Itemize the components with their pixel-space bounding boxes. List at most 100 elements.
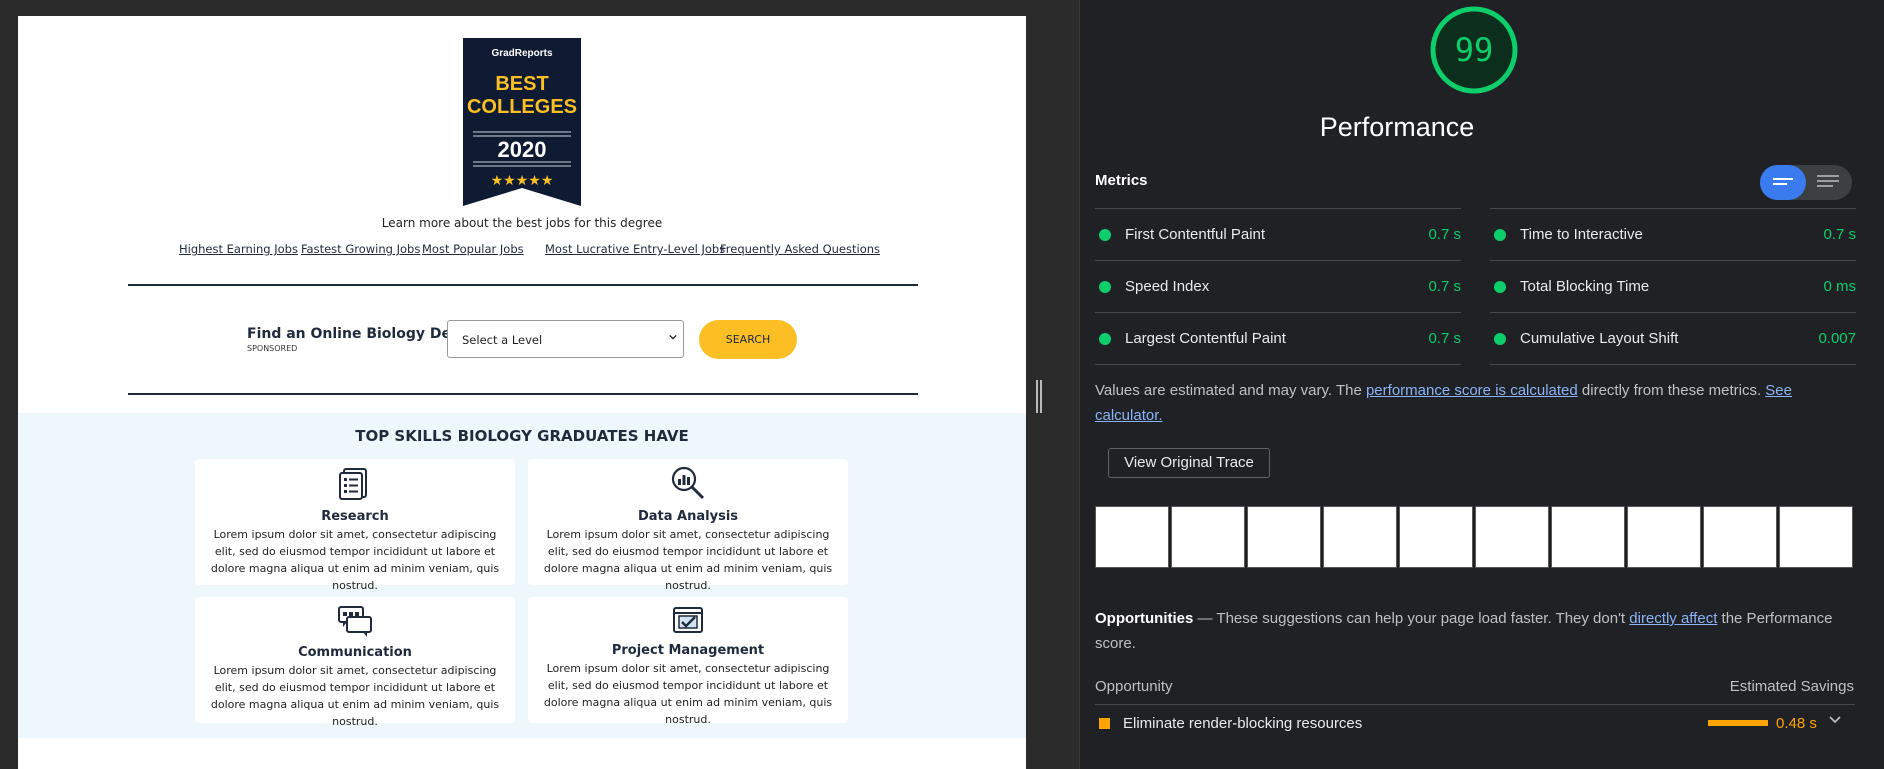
estimated-savings-column-header: Estimated Savings	[1729, 678, 1854, 695]
link-faq[interactable]: Frequently Asked Questions	[720, 242, 880, 256]
divider-bottom	[128, 393, 918, 395]
skill-description: Lorem ipsum dolor sit amet, consectetur …	[543, 662, 833, 726]
opportunities-dash: —	[1193, 610, 1217, 627]
metric-value: 0 ms	[1823, 278, 1856, 295]
page-preview: GradReports BEST COLLEGES 2020 ★★★★★ Lea…	[18, 16, 1026, 769]
score-calculated-link[interactable]: performance score is calculated	[1366, 382, 1578, 399]
filmstrip-frame	[1703, 506, 1777, 568]
metric-label: Cumulative Layout Shift	[1520, 330, 1679, 347]
opportunity-label: Eliminate render-blocking resources	[1123, 715, 1363, 732]
level-select[interactable]: Select a Level	[447, 320, 684, 358]
metric-value: 0.7 s	[1428, 226, 1461, 243]
filmstrip-frame	[1779, 506, 1853, 568]
filmstrip-frame	[1323, 506, 1397, 568]
pass-dot-icon	[1494, 281, 1506, 293]
metric-label: Speed Index	[1125, 278, 1210, 295]
metric-label: Total Blocking Time	[1520, 278, 1650, 295]
note-prefix: Values are estimated and may vary. The	[1095, 382, 1366, 399]
note-middle: directly from these metrics.	[1577, 382, 1766, 399]
opportunities-intro: Opportunities — These suggestions can he…	[1095, 606, 1855, 656]
badge-brand: GradReports	[491, 48, 553, 59]
badge-line2: COLLEGES	[467, 96, 577, 118]
metric-time-to-interactive: Time to Interactive 0.7 s	[1490, 208, 1856, 260]
metrics-note: Values are estimated and may vary. The p…	[1095, 378, 1855, 428]
metric-label: Time to Interactive	[1520, 226, 1643, 243]
metric-cumulative-layout-shift: Cumulative Layout Shift 0.007	[1490, 312, 1856, 364]
skill-title: Communication	[298, 645, 412, 660]
pass-dot-icon	[1099, 229, 1111, 241]
pass-dot-icon	[1494, 333, 1506, 345]
panel-resize-handle[interactable]	[1036, 380, 1042, 413]
magnifier-chart-icon	[671, 466, 705, 500]
view-original-trace-button[interactable]: View Original Trace	[1108, 448, 1270, 478]
opportunities-heading: Opportunities	[1095, 610, 1194, 627]
metrics-rule-left	[1095, 364, 1461, 365]
pass-dot-icon	[1099, 281, 1111, 293]
badge-line1: BEST	[495, 73, 548, 95]
toggle-compact-view[interactable]	[1760, 165, 1806, 200]
lines-short-icon	[1773, 178, 1793, 185]
skill-title: Data Analysis	[637, 509, 739, 524]
skill-card-communication: Communication Lorem ipsum dolor sit amet…	[195, 597, 515, 728]
skills-section: TOP SKILLS BIOLOGY GRADUATES HAVE Resear…	[18, 413, 1026, 738]
metric-first-contentful-paint: First Contentful Paint 0.7 s	[1095, 208, 1461, 260]
metric-value: 0.7 s	[1428, 330, 1461, 347]
checklist-window-icon	[673, 607, 703, 633]
search-button[interactable]: SEARCH	[699, 320, 797, 359]
metrics-view-toggle[interactable]	[1760, 165, 1852, 200]
metric-total-blocking-time: Total Blocking Time 0 ms	[1490, 260, 1856, 312]
category-title: Performance	[1319, 112, 1475, 142]
metrics-rule-right	[1490, 364, 1856, 365]
skills-title: TOP SKILLS BIOLOGY GRADUATES HAVE	[355, 427, 689, 445]
directly-affect-link[interactable]: directly affect	[1629, 610, 1717, 627]
pass-dot-icon	[1494, 229, 1506, 241]
metric-value: 0.7 s	[1428, 278, 1461, 295]
metric-value: 0.007	[1818, 330, 1856, 347]
opportunity-render-blocking[interactable]: Eliminate render-blocking resources 0.48…	[1095, 705, 1855, 745]
warning-square-icon	[1099, 718, 1110, 729]
lighthouse-panel: 99 Performance Metrics First Contentful …	[1080, 0, 1884, 769]
filmstrip-frame	[1627, 506, 1701, 568]
filmstrip-frame	[1247, 506, 1321, 568]
opportunities-prefix: These suggestions can help your page loa…	[1216, 610, 1630, 627]
savings-bar	[1708, 720, 1768, 726]
pass-dot-icon	[1099, 333, 1111, 345]
metric-speed-index: Speed Index 0.7 s	[1095, 260, 1461, 312]
metric-largest-contentful-paint: Largest Contentful Paint 0.7 s	[1095, 312, 1461, 364]
link-most-popular-jobs[interactable]: Most Popular Jobs	[422, 242, 524, 256]
savings-value: 0.48 s	[1776, 715, 1817, 732]
skill-title: Research	[321, 509, 389, 524]
skill-card-data-analysis: Data Analysis Lorem ipsum dolor sit amet…	[528, 459, 848, 592]
badge-year: 2020	[498, 137, 547, 162]
chevron-down-icon	[669, 334, 677, 340]
sponsored-label: SPONSORED	[247, 344, 298, 353]
link-fastest-growing-jobs[interactable]: Fastest Growing Jobs	[301, 242, 420, 256]
clipboard-list-icon	[339, 468, 367, 500]
filmstrip-frame	[1095, 506, 1169, 568]
skill-description: Lorem ipsum dolor sit amet, consectetur …	[210, 664, 500, 728]
chevron-down-icon[interactable]	[1828, 713, 1842, 727]
level-select-value: Select a Level	[462, 333, 543, 347]
metric-label: Largest Contentful Paint	[1125, 330, 1286, 347]
badge-stars: ★★★★★	[491, 173, 554, 189]
filmstrip-frame	[1475, 506, 1549, 568]
opportunity-column-header: Opportunity	[1095, 678, 1173, 695]
performance-score: 99	[1454, 31, 1494, 69]
metric-value: 0.7 s	[1823, 226, 1856, 243]
lines-full-icon[interactable]	[1806, 165, 1852, 200]
skill-description: Lorem ipsum dolor sit amet, consectetur …	[543, 528, 833, 592]
filmstrip-frame	[1551, 506, 1625, 568]
skill-description: Lorem ipsum dolor sit amet, consectetur …	[210, 528, 500, 592]
skill-title: Project Management	[611, 643, 765, 658]
filmstrip-frame	[1399, 506, 1473, 568]
skill-card-research: Research Lorem ipsum dolor sit amet, con…	[195, 459, 515, 592]
best-colleges-badge: GradReports BEST COLLEGES 2020 ★★★★★	[463, 38, 581, 206]
filmstrip	[1095, 506, 1855, 568]
link-highest-earning-jobs[interactable]: Highest Earning Jobs	[179, 242, 298, 256]
filmstrip-frame	[1171, 506, 1245, 568]
link-most-lucrative-entry-level-jobs[interactable]: Most Lucrative Entry-Level Jobs	[545, 242, 725, 256]
metric-label: First Contentful Paint	[1125, 226, 1266, 243]
skill-card-project-management: Project Management Lorem ipsum dolor sit…	[528, 597, 848, 726]
chat-bubbles-icon	[338, 606, 372, 637]
divider-top	[128, 284, 918, 286]
